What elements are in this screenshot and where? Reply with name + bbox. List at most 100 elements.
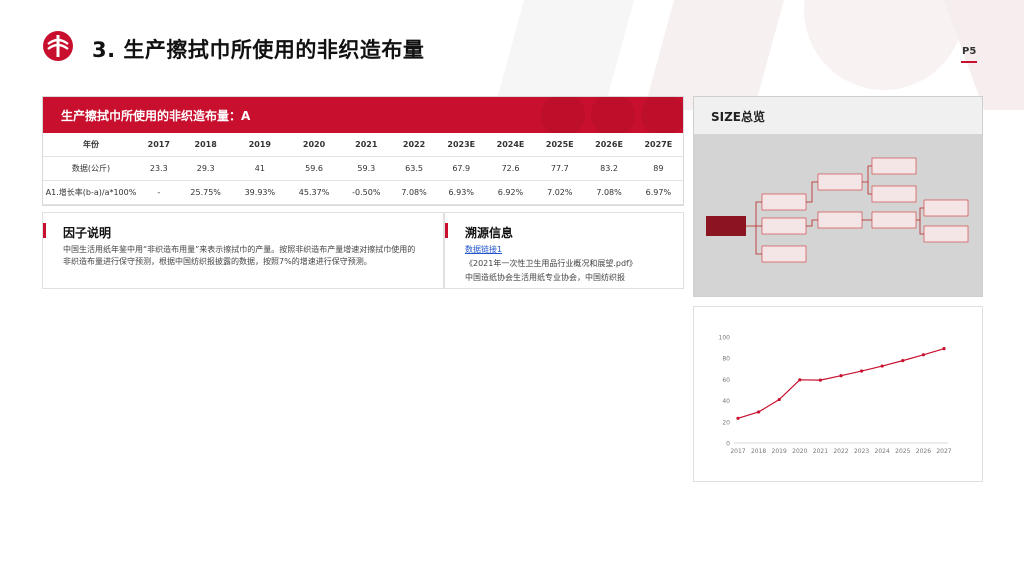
table-header: 生产擦拭巾所使用的非织造布量：A	[43, 97, 683, 133]
factor-title: 因子说明	[63, 226, 112, 240]
size-overview-header: SIZE总览	[694, 97, 982, 134]
diagram-node	[871, 211, 917, 229]
table-cell: 45.37%	[286, 180, 342, 205]
x-tick-label: 2025	[895, 448, 910, 455]
x-tick-label: 2024	[875, 448, 890, 455]
table-cell: 6.92%	[485, 180, 536, 205]
diagram-node	[871, 157, 917, 175]
table-row: A1.增长率(b-a)/a*100% - 25.75% 39.93% 45.37…	[43, 180, 683, 205]
size-overview-title: SIZE总览	[711, 110, 766, 124]
table-row: 数据(公斤) 23.3 29.3 41 59.6 59.3 63.5 67.9 …	[43, 156, 683, 181]
table-cell: 59.6	[286, 156, 342, 181]
source-title: 溯源信息	[465, 226, 514, 240]
diagram-root-node	[706, 216, 746, 236]
size-overview-diagram	[706, 157, 969, 263]
data-point	[839, 374, 843, 378]
column-header: 2019	[232, 133, 287, 157]
source-organization: 中国造纸协会生活用纸专业协会，中国纺织报	[465, 273, 625, 282]
table-cell: 7.02%	[535, 180, 585, 205]
table-cell: 数据(公斤)	[43, 156, 139, 181]
x-tick-label: 2021	[813, 448, 828, 455]
data-point	[880, 364, 884, 368]
column-header: 2020	[286, 133, 342, 157]
y-tick-label: 40	[722, 398, 730, 405]
table-cell: 39.93%	[232, 180, 287, 205]
table-cell: 72.6	[485, 156, 536, 181]
section-accent-bar	[445, 223, 448, 238]
company-logo-icon	[43, 31, 73, 61]
table-cell: 29.3	[178, 156, 233, 181]
table-cell: 59.3	[341, 156, 392, 181]
data-point	[860, 369, 864, 373]
data-point	[921, 353, 925, 357]
source-card: 溯源信息 数据链接1 《2021年一次性卫生用品行业概况和展望.pdf》 中国造…	[444, 212, 684, 289]
diagram-node	[923, 225, 969, 243]
table-cell: -	[139, 180, 179, 205]
y-tick-label: 20	[722, 419, 730, 426]
table-cell: 89	[633, 156, 683, 181]
size-overview-card: SIZE总览	[693, 96, 983, 297]
diagram-node	[761, 245, 807, 263]
table-cell: 23.3	[139, 156, 179, 181]
data-point	[942, 347, 946, 351]
data-point	[798, 378, 802, 382]
y-tick-label: 60	[722, 377, 730, 384]
page-number: P5	[962, 46, 977, 57]
data-point	[736, 416, 740, 420]
column-header: 年份	[43, 133, 139, 157]
source-document: 《2021年一次性卫生用品行业概况和展望.pdf》	[465, 259, 637, 268]
diagram-node	[817, 173, 863, 191]
x-tick-label: 2020	[792, 448, 807, 455]
y-tick-label: 100	[719, 335, 731, 342]
x-tick-label: 2022	[833, 448, 848, 455]
y-tick-label: 80	[722, 356, 730, 363]
line-chart: 0 20 40 60 80 100 2017 2018 2019 2020 2021 2022 2023…	[719, 335, 952, 456]
data-point	[901, 359, 905, 363]
x-tick-label: 2018	[751, 448, 766, 455]
table-cell: 77.7	[535, 156, 585, 181]
table-cell: -0.50%	[341, 180, 392, 205]
factor-card: 因子说明 中国生活用纸年鉴中用“非织造布用量”来表示擦拭巾的产量。按照非织造布产…	[42, 212, 444, 289]
x-tick-label: 2017	[730, 448, 745, 455]
x-tick-label: 2026	[916, 448, 931, 455]
diagram-node	[761, 193, 807, 211]
data-table: 年份 2017 2018 2019 2020 2021 2022 2023E 2…	[43, 133, 683, 205]
table-cell: 25.75%	[178, 180, 233, 205]
background-decoration	[494, 0, 1024, 110]
table-cell: 63.5	[391, 156, 437, 181]
diagram-node	[871, 185, 917, 203]
x-tick-label: 2027	[936, 448, 951, 455]
data-point	[777, 397, 781, 402]
line-chart-card: 0 20 40 60 80 100 2017 2018 2019 2020 2021 2022 2023…	[693, 306, 983, 482]
page-number-underline	[961, 61, 977, 63]
series-line	[737, 348, 945, 419]
table-cell: 6.93%	[436, 180, 486, 205]
column-header: 2018	[178, 133, 233, 157]
table-cell: 6.97%	[633, 180, 683, 205]
data-point	[818, 378, 822, 382]
diagram-node	[761, 217, 807, 235]
table-cell: 7.08%	[584, 180, 634, 205]
table-cell: 83.2	[584, 156, 634, 181]
data-link[interactable]: 数据链接1	[465, 244, 502, 255]
header-decoration	[541, 97, 683, 133]
page-title: 3. 生产擦拭巾所使用的非织造布量	[92, 38, 425, 62]
x-tick-label: 2023	[854, 448, 869, 455]
data-point	[757, 410, 761, 414]
data-table-card: 生产擦拭巾所使用的非织造布量：A 年份 2017 2018 2019 2020 …	[42, 96, 684, 206]
column-header: 2027E	[633, 133, 683, 157]
column-header: 2026E	[584, 133, 634, 157]
table-cell: 7.08%	[391, 180, 437, 205]
table-cell: A1.增长率(b-a)/a*100%	[43, 180, 139, 205]
table-cell: 67.9	[436, 156, 486, 181]
column-header: 2023E	[436, 133, 486, 157]
diagram-node	[817, 211, 863, 229]
column-header: 2017	[139, 133, 179, 157]
column-header: 2025E	[535, 133, 585, 157]
x-tick-label: 2019	[772, 448, 787, 455]
table-title: 生产擦拭巾所使用的非织造布量：A	[61, 109, 251, 123]
y-tick-label: 0	[726, 441, 730, 448]
section-accent-bar	[43, 223, 46, 238]
diagram-node	[923, 199, 969, 217]
column-header: 2022	[391, 133, 437, 157]
